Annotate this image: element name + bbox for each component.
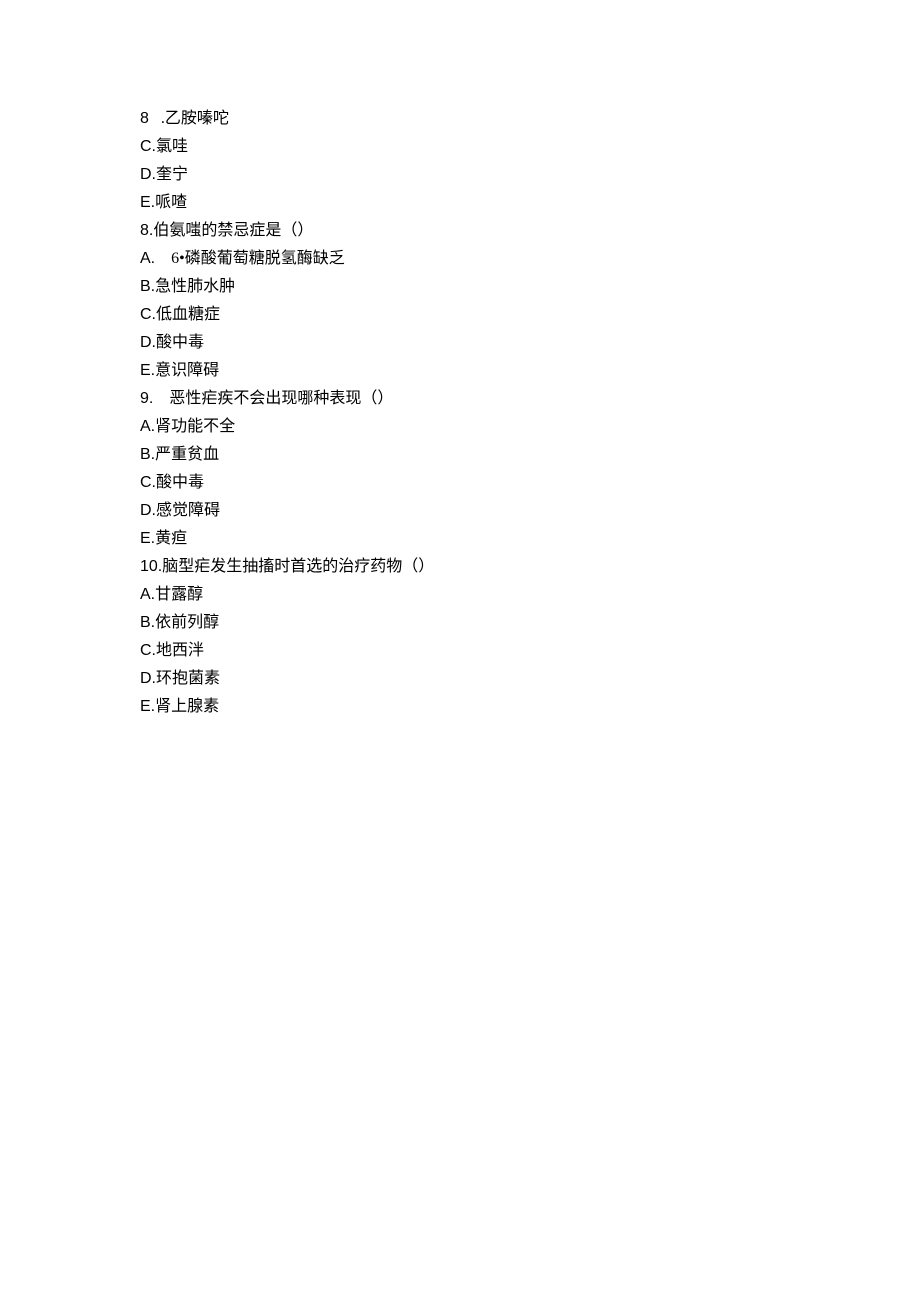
line-text: 地西泮 [156, 642, 204, 659]
line-prefix: C. [140, 474, 156, 491]
text-line: D.感觉障碍 [140, 497, 920, 525]
line-text: 依前列醇 [155, 614, 219, 631]
text-line: D.奎宁 [140, 161, 920, 189]
line-prefix: E. [140, 530, 155, 547]
line-gap [155, 245, 171, 273]
line-prefix: B. [140, 614, 155, 631]
line-text: 哌喳 [155, 194, 187, 211]
text-line: 8.伯氨嗤的禁忌症是（） [140, 217, 920, 245]
text-line: E.意识障碍 [140, 357, 920, 385]
text-line: 9. 恶性疟疾不会出现哪种表现（） [140, 385, 920, 413]
line-prefix: C. [140, 306, 156, 323]
line-prefix: A. [140, 250, 155, 267]
line-prefix: D. [140, 166, 156, 183]
line-text: 氯哇 [156, 138, 188, 155]
line-prefix: D. [140, 502, 156, 519]
text-line: C.低血糖症 [140, 301, 920, 329]
text-line: C.酸中毒 [140, 469, 920, 497]
line-text: 恶性疟疾不会出现哪种表现（） [169, 390, 393, 407]
text-line: C.地西泮 [140, 637, 920, 665]
line-text: 6•磷酸葡萄糖脱氢酶缺乏 [171, 250, 345, 267]
line-prefix: B. [140, 446, 155, 463]
line-prefix: C. [140, 642, 156, 659]
line-gap [149, 105, 161, 133]
text-line: E.哌喳 [140, 189, 920, 217]
line-text: 环抱菌素 [156, 670, 220, 687]
line-text: 黄疸 [155, 530, 187, 547]
line-prefix: 8. [140, 222, 153, 239]
line-prefix: E. [140, 698, 155, 715]
line-text: 肾上腺素 [155, 698, 219, 715]
text-line: A.肾功能不全 [140, 413, 920, 441]
text-line: B.严重贫血 [140, 441, 920, 469]
line-text: 意识障碍 [155, 362, 219, 379]
line-prefix: D. [140, 670, 156, 687]
text-line: E.肾上腺素 [140, 693, 920, 721]
line-text: 奎宁 [156, 166, 188, 183]
text-line: D.环抱菌素 [140, 665, 920, 693]
text-line: A.甘露醇 [140, 581, 920, 609]
line-prefix: B. [140, 278, 155, 295]
line-prefix: 10. [140, 558, 162, 575]
line-prefix: 8 [140, 110, 149, 127]
text-line: E.黄疸 [140, 525, 920, 553]
line-prefix: D. [140, 334, 156, 351]
line-text: 伯氨嗤的禁忌症是（） [153, 222, 313, 239]
line-text: 酸中毒 [156, 334, 204, 351]
text-line: C.氯哇 [140, 133, 920, 161]
line-text: .乙胺嗪咜 [161, 110, 229, 127]
line-prefix: A. [140, 418, 155, 435]
text-line: 10.脑型疟发生抽搐时首选的治疗药物（） [140, 553, 920, 581]
line-text: 肾功能不全 [155, 418, 235, 435]
line-gap [153, 385, 169, 413]
text-line: B.依前列醇 [140, 609, 920, 637]
line-prefix: E. [140, 194, 155, 211]
text-line: D.酸中毒 [140, 329, 920, 357]
line-text: 感觉障碍 [156, 502, 220, 519]
text-line: B.急性肺水肿 [140, 273, 920, 301]
text-line: 8 .乙胺嗪咜 [140, 105, 920, 133]
line-text: 酸中毒 [156, 474, 204, 491]
line-text: 甘露醇 [155, 586, 203, 603]
line-text: 低血糖症 [156, 306, 220, 323]
line-text: 脑型疟发生抽搐时首选的治疗药物（） [162, 558, 434, 575]
text-line: A. 6•磷酸葡萄糖脱氢酶缺乏 [140, 245, 920, 273]
line-prefix: E. [140, 362, 155, 379]
line-text: 急性肺水肿 [155, 278, 235, 295]
line-prefix: 9. [140, 390, 153, 407]
line-prefix: C. [140, 138, 156, 155]
line-text: 严重贫血 [155, 446, 219, 463]
line-prefix: A. [140, 586, 155, 603]
